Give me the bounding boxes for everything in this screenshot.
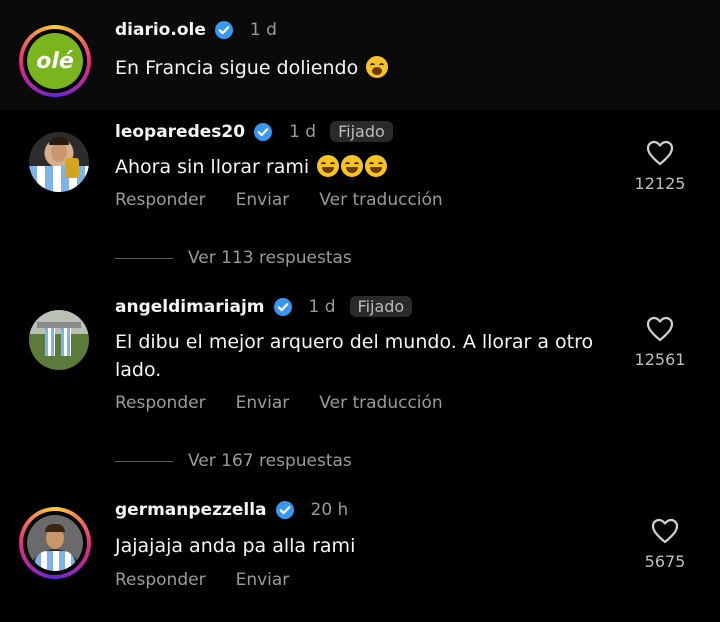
avatar-story-ring[interactable]: olé xyxy=(19,25,91,97)
verified-badge-icon xyxy=(254,122,273,141)
see-translation-button[interactable]: Ver traducción xyxy=(319,393,442,413)
comment-actions: Responder Enviar Ver traducción xyxy=(115,190,443,210)
yawning-face-emoji xyxy=(366,56,389,78)
verified-badge-icon xyxy=(273,297,292,316)
user-line: diario.ole 1 d xyxy=(115,20,277,40)
like-count: 5675 xyxy=(644,552,686,571)
send-button[interactable]: Enviar xyxy=(236,570,290,590)
comment-text: Ahora sin llorar rami xyxy=(115,153,388,181)
comment-actions: Responder Enviar xyxy=(115,570,289,590)
view-replies[interactable]: Ver 113 respuestas xyxy=(115,248,352,268)
comment-actions: Responder Enviar Ver traducción xyxy=(115,393,443,413)
avatar[interactable] xyxy=(29,132,89,192)
like-control: 5675 xyxy=(635,518,695,571)
comment-time: 1 d xyxy=(308,296,336,317)
view-replies-label[interactable]: Ver 113 respuestas xyxy=(188,248,352,268)
view-replies-label[interactable]: Ver 167 respuestas xyxy=(188,451,352,471)
like-count: 12125 xyxy=(634,174,686,193)
user-line: leoparedes20 1 d Fijado xyxy=(115,121,393,142)
heart-outline-icon[interactable] xyxy=(646,140,674,166)
comment-time: 1 d xyxy=(249,20,277,40)
user-line: germanpezzella 20 h xyxy=(115,500,348,520)
avatar-story-ring[interactable] xyxy=(19,507,91,579)
comment-text: Jajajaja anda pa alla rami xyxy=(115,535,356,557)
pinned-badge: Fijado xyxy=(330,121,393,142)
avatar[interactable] xyxy=(27,515,83,571)
like-control: 12561 xyxy=(630,316,690,369)
username[interactable]: germanpezzella xyxy=(115,500,267,520)
verified-badge-icon xyxy=(275,501,294,519)
see-translation-button[interactable]: Ver traducción xyxy=(319,190,442,210)
send-button[interactable]: Enviar xyxy=(236,190,290,210)
avatar[interactable] xyxy=(29,310,89,370)
grinning-face-emoji xyxy=(317,155,340,177)
avatar[interactable]: olé xyxy=(27,33,83,89)
reply-button[interactable]: Responder xyxy=(115,570,206,590)
comment-text: El dibu el mejor arquero del mundo. A ll… xyxy=(115,331,594,381)
divider xyxy=(115,460,173,462)
grinning-face-emoji xyxy=(365,155,388,177)
send-button[interactable]: Enviar xyxy=(236,393,290,413)
ole-logo-text: olé xyxy=(36,48,74,74)
pinned-badge: Fijado xyxy=(349,296,413,317)
comment-text: En Francia sigue doliendo xyxy=(115,54,389,82)
comment-time: 20 h xyxy=(310,500,349,520)
grinning-face-emoji xyxy=(341,155,364,177)
like-count: 12561 xyxy=(634,350,686,369)
username[interactable]: leoparedes20 xyxy=(115,122,245,142)
reply-button[interactable]: Responder xyxy=(115,393,206,413)
verified-badge-icon xyxy=(214,21,233,39)
comment-time: 1 d xyxy=(289,121,317,142)
heart-outline-icon[interactable] xyxy=(651,518,679,544)
user-line: angeldimariajm 1 d Fijado xyxy=(115,296,413,317)
like-control: 12125 xyxy=(630,140,690,193)
username[interactable]: diario.ole xyxy=(115,20,206,40)
username[interactable]: angeldimariajm xyxy=(115,297,265,317)
reply-button[interactable]: Responder xyxy=(115,190,206,210)
view-replies[interactable]: Ver 167 respuestas xyxy=(115,451,352,471)
divider xyxy=(115,257,173,259)
heart-outline-icon[interactable] xyxy=(646,316,674,342)
